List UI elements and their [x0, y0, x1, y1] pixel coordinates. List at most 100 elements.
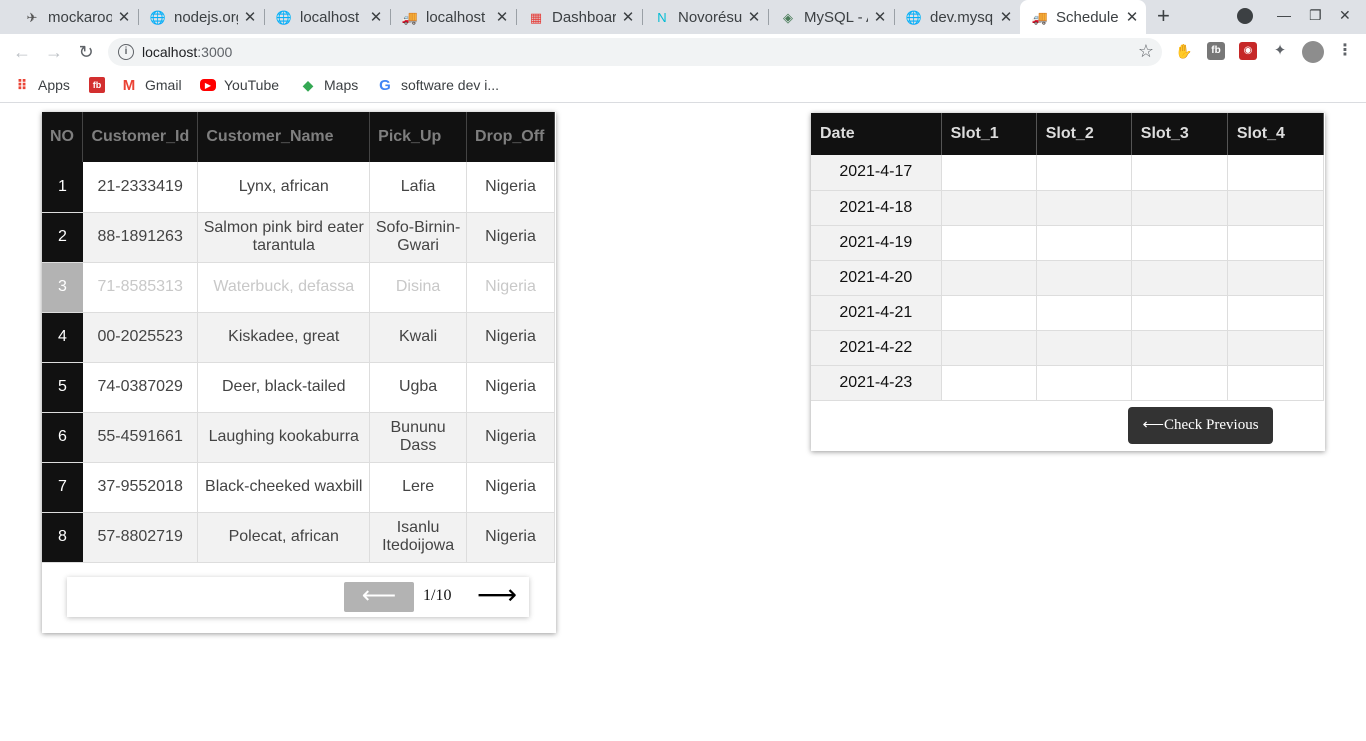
- tab-title: localhost: [300, 8, 360, 26]
- new-tab-button[interactable]: +: [1157, 5, 1170, 27]
- bookmark-label: Maps: [324, 77, 359, 93]
- date-cell: 2021-4-19: [811, 225, 942, 261]
- pick-up-cell: Sofo-Birnin-Gwari: [369, 212, 468, 263]
- prev-page-button[interactable]: ⟵: [344, 582, 414, 612]
- tab-close-icon[interactable]: ✕: [368, 8, 384, 26]
- bookmark-apps[interactable]: ⠿ Apps: [14, 77, 70, 94]
- browser-tab[interactable]: ✈ mockaroo ✕: [12, 0, 138, 34]
- slot-4-cell[interactable]: [1227, 225, 1325, 261]
- slot-2-cell[interactable]: [1036, 365, 1132, 401]
- extension-red-icon[interactable]: ◉: [1239, 42, 1257, 60]
- slot-3-cell[interactable]: [1131, 155, 1228, 191]
- table-row[interactable]: 5 74-0387029 Deer, black-tailed Ugba Nigeria: [42, 362, 555, 413]
- table-row[interactable]: 1 21-2333419 Lynx, african Lafia Nigeria: [42, 162, 555, 213]
- minimize-icon[interactable]: —: [1277, 7, 1291, 23]
- schedule-row: 2021-4-17: [811, 155, 1325, 191]
- slot-2-cell[interactable]: [1036, 260, 1132, 296]
- menu-kebab-icon[interactable]: ⋮: [1336, 42, 1354, 60]
- browser-tab[interactable]: 🚚 localhost ✕: [390, 0, 516, 34]
- tab-close-icon[interactable]: ✕: [494, 8, 510, 26]
- extension-hand-icon[interactable]: ✋: [1175, 42, 1193, 60]
- browser-tab[interactable]: 🚚 Schedule ✕: [1020, 0, 1146, 34]
- table-row[interactable]: 6 55-4591661 Laughing kookaburra Bununu Das…: [42, 412, 555, 463]
- date-cell: 2021-4-20: [811, 260, 942, 296]
- tab-close-icon[interactable]: ✕: [116, 8, 132, 26]
- tab-close-icon[interactable]: ✕: [242, 8, 258, 26]
- browser-tab[interactable]: 🌐 dev.mysql ✕: [894, 0, 1020, 34]
- tab-title: mockaroo: [48, 8, 112, 26]
- bookmark-maps[interactable]: ◆ Maps: [300, 77, 359, 94]
- slot-4-cell[interactable]: [1227, 365, 1325, 401]
- header-no: NO: [42, 112, 84, 162]
- slot-1-cell[interactable]: [941, 365, 1037, 401]
- slot-3-cell[interactable]: [1131, 295, 1228, 331]
- check-previous-button[interactable]: ⟵Check Previous: [1128, 407, 1273, 444]
- tab-close-icon[interactable]: ✕: [998, 8, 1014, 26]
- customers-panel: NO Customer_Id Customer_Name Pick_Up Dro…: [42, 112, 556, 633]
- bookmark-star-icon[interactable]: ☆: [1138, 41, 1154, 62]
- tab-close-icon[interactable]: ✕: [620, 8, 636, 26]
- url-text[interactable]: localhost:3000: [142, 44, 232, 60]
- bookmark-red-square[interactable]: fb: [89, 77, 113, 93]
- slot-2-cell[interactable]: [1036, 190, 1132, 226]
- bookmarks-bar: ⠿ Apps fb M Gmail ▶ YouTube ◆ Maps G sof…: [0, 70, 1366, 103]
- close-window-icon[interactable]: ✕: [1339, 7, 1351, 24]
- bookmark-youtube[interactable]: ▶ YouTube: [200, 77, 279, 93]
- profile-avatar[interactable]: [1302, 41, 1324, 63]
- slot-3-cell[interactable]: [1131, 365, 1228, 401]
- tab-close-icon[interactable]: ✕: [746, 8, 762, 26]
- browser-tab[interactable]: N Novorésume✕: [642, 0, 768, 34]
- table-row[interactable]: 4 00-2025523 Kiskadee, great Kwali Nigeria: [42, 312, 555, 363]
- slot-4-cell[interactable]: [1227, 155, 1325, 191]
- slot-3-cell[interactable]: [1131, 260, 1228, 296]
- slot-3-cell[interactable]: [1131, 225, 1228, 261]
- slot-2-cell[interactable]: [1036, 330, 1132, 366]
- site-info-icon[interactable]: i: [118, 44, 134, 60]
- bookmark-software-dev[interactable]: G software dev i...: [377, 77, 499, 94]
- slot-4-cell[interactable]: [1227, 260, 1325, 296]
- slot-2-cell[interactable]: [1036, 295, 1132, 331]
- tab-title: nodejs.org: [174, 8, 238, 26]
- slot-1-cell[interactable]: [941, 260, 1037, 296]
- slot-1-cell[interactable]: [941, 190, 1037, 226]
- header-pick-up: Pick_Up: [369, 112, 468, 162]
- back-arrow-icon[interactable]: ←: [10, 40, 34, 64]
- slot-2-cell[interactable]: [1036, 225, 1132, 261]
- tab-search-icon[interactable]: [1237, 8, 1253, 24]
- browser-tab[interactable]: 🌐 localhost ✕: [264, 0, 390, 34]
- customers-table: NO Customer_Id Customer_Name Pick_Up Dro…: [42, 112, 555, 563]
- browser-tab[interactable]: 🌐 nodejs.org ✕: [138, 0, 264, 34]
- slot-1-cell[interactable]: [941, 225, 1037, 261]
- slot-3-cell[interactable]: [1131, 190, 1228, 226]
- slot-1-cell[interactable]: [941, 155, 1037, 191]
- tab-close-icon[interactable]: ✕: [1124, 8, 1140, 26]
- address-bar[interactable]: i localhost:3000 ☆: [108, 38, 1162, 66]
- forward-arrow-icon[interactable]: →: [42, 40, 66, 64]
- slot-4-cell[interactable]: [1227, 295, 1325, 331]
- customer-name-cell: Polecat, african: [197, 512, 371, 563]
- restore-icon[interactable]: ❐: [1309, 7, 1322, 24]
- extension-fb-icon[interactable]: fb: [1207, 42, 1225, 60]
- slot-3-cell[interactable]: [1131, 330, 1228, 366]
- slot-2-cell[interactable]: [1036, 155, 1132, 191]
- next-page-button[interactable]: ⟶: [477, 580, 517, 610]
- header-slot-2: Slot_2: [1036, 113, 1132, 155]
- slot-4-cell[interactable]: [1227, 190, 1325, 226]
- table-row[interactable]: 3 71-8585313 Waterbuck, defassa Disina Niger…: [42, 262, 555, 313]
- browser-tab[interactable]: ▦ Dashboard✕: [516, 0, 642, 34]
- bookmark-label: Apps: [38, 77, 70, 93]
- bookmark-gmail[interactable]: M Gmail: [121, 77, 182, 94]
- tab-close-icon[interactable]: ✕: [872, 8, 888, 26]
- row-number: 4: [42, 312, 83, 363]
- extensions-puzzle-icon[interactable]: ✦: [1271, 42, 1289, 60]
- slot-1-cell[interactable]: [941, 295, 1037, 331]
- customer-id-cell: 57-8802719: [82, 512, 199, 563]
- reload-icon[interactable]: ↻: [74, 40, 98, 64]
- slot-4-cell[interactable]: [1227, 330, 1325, 366]
- drop-off-cell: Nigeria: [466, 462, 555, 513]
- slot-1-cell[interactable]: [941, 330, 1037, 366]
- table-row[interactable]: 2 88-1891263 Salmon pink bird eater tarant…: [42, 212, 555, 263]
- browser-tab[interactable]: ◈ MySQL - A✕: [768, 0, 894, 34]
- table-row[interactable]: 7 37-9552018 Black-cheeked waxbill Lere Nige…: [42, 462, 555, 513]
- table-row[interactable]: 8 57-8802719 Polecat, african Isanlu Itedoi…: [42, 512, 555, 563]
